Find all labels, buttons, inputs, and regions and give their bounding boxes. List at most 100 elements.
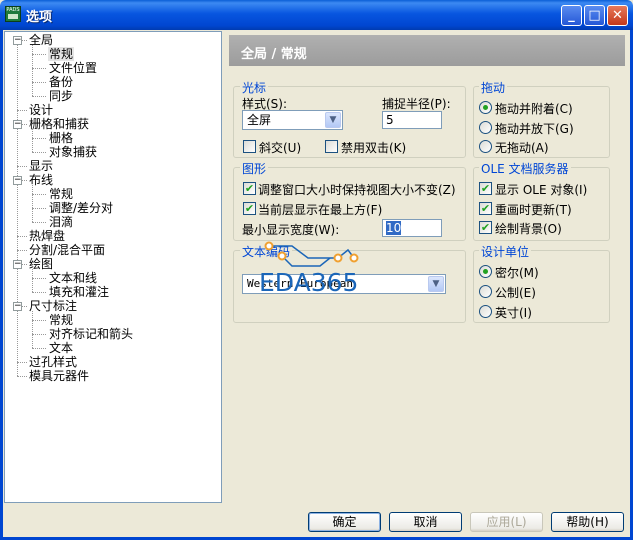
tree-connector-line [32, 278, 46, 279]
tree-connector-line [32, 222, 46, 223]
snap-radius-label: 捕捉半径(P): [382, 97, 451, 111]
tree-item[interactable]: 泪滴 [48, 215, 74, 229]
tree-item[interactable]: 模具元器件 [28, 369, 90, 383]
tree-item[interactable]: 常规 [48, 187, 74, 201]
inch-radio[interactable] [479, 305, 492, 318]
redraw-update-checkbox[interactable]: ✔ [479, 202, 492, 215]
tree-connector-line [17, 250, 27, 251]
tree-item[interactable]: 常规 [48, 313, 74, 327]
tree-item[interactable]: 全局 [28, 33, 54, 47]
maximize-button[interactable]: □ [584, 5, 605, 26]
minimize-button[interactable]: _ [561, 5, 582, 26]
tree-item[interactable]: 热焊盘 [28, 229, 66, 243]
collapse-toggle-icon[interactable]: − [13, 176, 22, 185]
tree-connector-line [32, 292, 46, 293]
tree-item[interactable]: 文本和线 [48, 271, 98, 285]
tree-connector-line [32, 96, 46, 97]
tree-connector-line [32, 68, 46, 69]
disable-double-click-checkbox[interactable] [325, 140, 338, 153]
collapse-toggle-icon[interactable]: − [13, 120, 22, 129]
collapse-toggle-icon[interactable]: − [13, 302, 22, 311]
graphics-group-title: 图形 [240, 160, 269, 177]
tree-item[interactable]: 同步 [48, 89, 74, 103]
chevron-down-icon[interactable]: ▼ [325, 112, 341, 128]
mil-label: 密尔(M) [495, 266, 539, 280]
cursor-style-value: 全屏 [247, 113, 272, 127]
show-ole-checkbox[interactable]: ✔ [479, 182, 492, 195]
collapse-toggle-icon[interactable]: − [13, 260, 22, 269]
tree-item[interactable]: 分割/混合平面 [28, 243, 106, 257]
tree-item[interactable]: 备份 [48, 75, 74, 89]
disable-double-click-label: 禁用双击(K) [341, 141, 407, 155]
tree-connector-line [17, 236, 27, 237]
title-bar[interactable]: PADS 选项 _ □ ✕ [0, 0, 633, 30]
tree-item[interactable]: 栅格 [48, 131, 74, 145]
show-ole-label: 显示 OLE 对象(I) [495, 183, 588, 197]
tree-connector-line [32, 82, 46, 83]
tree-item[interactable]: 显示 [28, 159, 54, 173]
tree-connector-line [32, 269, 33, 292]
tree-item[interactable]: 调整/差分对 [48, 201, 114, 215]
draw-background-checkbox[interactable]: ✔ [479, 221, 492, 234]
tree-connector-line [17, 110, 27, 111]
tree-item[interactable]: 布线 [28, 173, 54, 187]
keep-view-label: 调整窗口大小时保持视图大小不变(Z) [258, 183, 456, 197]
tree-connector-line [32, 54, 46, 55]
tree-connector-line [32, 138, 46, 139]
help-button[interactable]: 帮助(H) [551, 512, 624, 532]
drag-drop-radio[interactable] [479, 121, 492, 134]
tree-item[interactable]: 尺寸标注 [28, 299, 78, 313]
tree-item[interactable]: 填充和灌注 [48, 285, 110, 299]
ole-group-title: OLE 文档服务器 [479, 160, 571, 177]
options-tree[interactable]: − 全局 常规 文件位置 备份 同步 设计 − 栅格和捕获 栅格 对象捕获 显示 − 布线 常规 调整/差分对… [4, 31, 222, 503]
window-title: 选项 [26, 10, 53, 25]
drag-attach-radio[interactable] [479, 101, 492, 114]
mil-radio[interactable] [479, 265, 492, 278]
drag-group-title: 拖动 [479, 79, 508, 96]
apply-button[interactable]: 应用(L) [470, 512, 543, 532]
design-units-group [473, 250, 610, 323]
tree-connector-line [32, 194, 46, 195]
tree-item[interactable]: 文本 [48, 341, 74, 355]
tree-connector-line [32, 129, 33, 152]
metric-radio[interactable] [479, 285, 492, 298]
collapse-toggle-icon[interactable]: − [13, 36, 22, 45]
active-layer-top-checkbox[interactable]: ✔ [243, 202, 256, 215]
close-button[interactable]: ✕ [607, 5, 628, 26]
tree-item[interactable]: 栅格和捕获 [28, 117, 90, 131]
tree-item[interactable]: 过孔样式 [28, 355, 78, 369]
design-units-group-title: 设计单位 [479, 243, 532, 260]
cursor-group-title: 光标 [240, 79, 269, 96]
tree-item[interactable]: 常规 [48, 47, 75, 61]
page-header: 全局 / 常规 [229, 35, 625, 66]
tree-item[interactable]: 绘图 [28, 257, 54, 271]
snap-radius-input[interactable]: 5 [382, 111, 442, 129]
tree-item[interactable]: 对齐标记和箭头 [48, 327, 134, 341]
radio-selected-dot [483, 269, 488, 274]
cancel-button[interactable]: 取消 [389, 512, 462, 532]
min-width-input[interactable]: 10 [382, 219, 442, 237]
no-drag-radio[interactable] [479, 140, 492, 153]
tree-connector-line [32, 152, 46, 153]
tree-connector-line [32, 208, 46, 209]
tree-connector-line [17, 166, 27, 167]
orthogonal-checkbox[interactable] [243, 140, 256, 153]
tree-connector-line [32, 334, 46, 335]
draw-background-label: 绘制背景(O) [495, 222, 562, 236]
tree-item[interactable]: 设计 [28, 103, 54, 117]
tree-connector-line [32, 348, 46, 349]
tree-connector-line [32, 320, 46, 321]
radio-selected-dot [483, 105, 488, 110]
tree-item[interactable]: 对象捕获 [48, 145, 98, 159]
keep-view-checkbox[interactable]: ✔ [243, 182, 256, 195]
ok-button[interactable]: 确定 [308, 512, 381, 532]
watermark-text: EDA365 [259, 268, 359, 297]
tree-connector-line [32, 45, 33, 96]
chevron-down-icon[interactable]: ▼ [428, 276, 444, 292]
cursor-style-select[interactable]: 全屏 ▼ [242, 110, 343, 130]
tree-connector-line [32, 185, 33, 222]
metric-label: 公制(E) [495, 286, 536, 300]
redraw-update-label: 重画时更新(T) [495, 203, 572, 217]
orthogonal-label: 斜交(U) [259, 141, 302, 155]
tree-item[interactable]: 文件位置 [48, 61, 98, 75]
